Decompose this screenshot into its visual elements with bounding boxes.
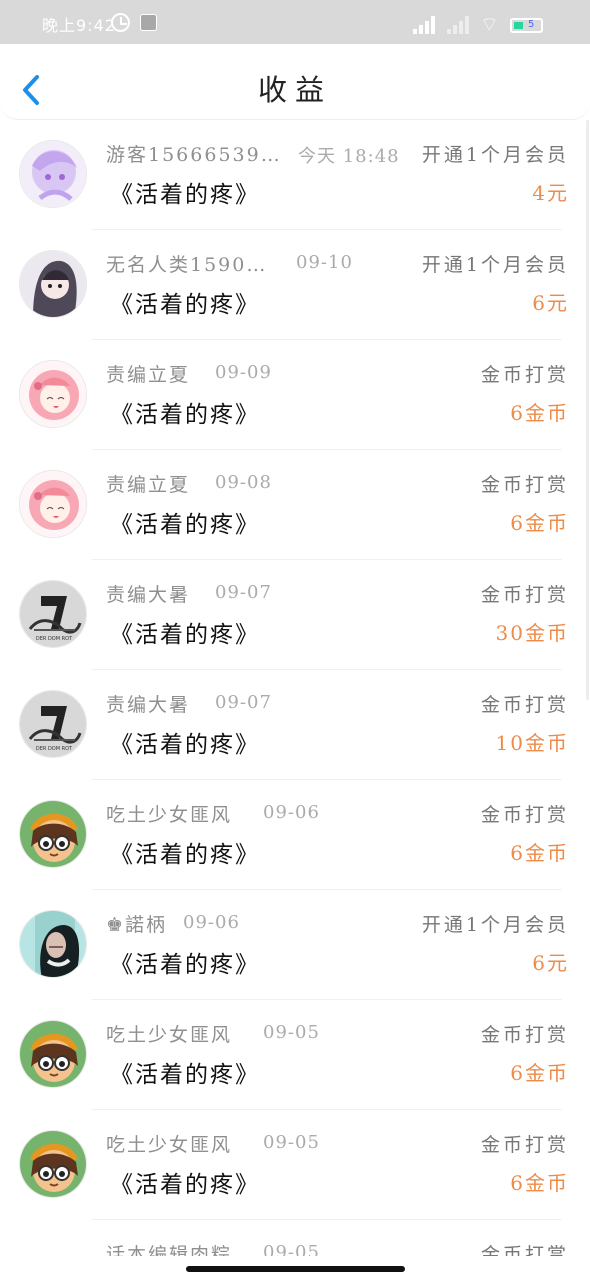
book-title: 《活着的疼》 (110, 292, 260, 318)
sender-name: 责编大暑 (106, 694, 191, 716)
avatar (19, 470, 87, 538)
avatar (19, 360, 87, 428)
amount: 6金币 (510, 511, 569, 535)
sender-name: 吃土少女匪风 (106, 804, 233, 826)
income-row[interactable]: 吃土少女匪风 09-05 金币打赏 《活着的疼》 6金币 (0, 1110, 590, 1220)
income-type: 开通1个月会员 (421, 914, 569, 936)
book-title: 《活着的疼》 (110, 512, 260, 538)
battery-icon: 5 (510, 18, 543, 33)
book-title: 《活着的疼》 (110, 402, 260, 428)
income-type: 金币打赏 (480, 804, 569, 826)
date-label: 09-06 (263, 802, 320, 823)
date-label: 09-07 (215, 582, 272, 603)
amount: 30金币 (495, 621, 569, 645)
amount: 10金币 (495, 731, 569, 755)
date-label: 09-09 (215, 362, 272, 383)
income-type: 金币打赏 (480, 1024, 569, 1046)
scrollbar[interactable] (586, 120, 589, 700)
avatar (19, 1240, 87, 1256)
amount: 6金币 (510, 401, 569, 425)
avatar (19, 910, 87, 978)
income-row[interactable]: DER DOM ROT 责编大暑 09-07 金币打赏 《活着的疼》 10金币 (0, 670, 590, 780)
avatar (19, 140, 87, 208)
sender-name: 吃土少女匪风 (106, 1024, 233, 1046)
sender-name: 无名人类1590… (106, 254, 268, 276)
avatar: DER DOM ROT (19, 580, 87, 648)
avatar (19, 250, 87, 318)
avatar: DER DOM ROT (19, 690, 87, 758)
page-header: 收益 (0, 44, 590, 120)
income-type: 金币打赏 (480, 694, 569, 716)
book-title: 《活着的疼》 (110, 732, 260, 758)
date-label: 09-06 (183, 912, 240, 933)
sender-name: 责编大暑 (106, 584, 191, 606)
book-title: 《活着的疼》 (110, 622, 260, 648)
amount: 6金币 (510, 1061, 569, 1085)
date-label: 09-05 (263, 1132, 320, 1153)
income-type: 开通1个月会员 (421, 254, 569, 276)
status-bar: 晚上9:42 ⌔ 5 (0, 0, 590, 44)
income-type: 金币打赏 (480, 1134, 569, 1156)
book-title: 《活着的疼》 (110, 952, 260, 978)
avatar (19, 800, 87, 868)
amount: 6金币 (510, 1171, 569, 1195)
battery-label: 5 (528, 19, 535, 30)
book-title: 《活着的疼》 (110, 182, 260, 208)
avatar (19, 1130, 87, 1198)
income-row[interactable]: 责编立夏 09-08 金币打赏 《活着的疼》 6金币 (0, 450, 590, 560)
amount: 6元 (532, 291, 569, 315)
date-label: 09-05 (263, 1242, 320, 1256)
sender-name: 游客156665399… (106, 144, 281, 166)
income-row[interactable]: 吃土少女匪风 09-05 金币打赏 《活着的疼》 6金币 (0, 1000, 590, 1110)
amount: 6金币 (510, 841, 569, 865)
date-label: 09-08 (215, 472, 272, 493)
sender-name: ♚諾柄 (106, 914, 168, 936)
date-label: 09-10 (296, 252, 353, 273)
date-label: 09-07 (215, 692, 272, 713)
battery-level (514, 22, 523, 29)
income-row[interactable]: 吃土少女匪风 09-06 金币打赏 《活着的疼》 6金币 (0, 780, 590, 890)
sender-name: 吃土少女匪风 (106, 1134, 233, 1156)
svg-text:DER DOM ROT: DER DOM ROT (36, 636, 73, 642)
svg-text:DER DOM ROT: DER DOM ROT (36, 746, 73, 752)
income-type: 开通1个月会员 (421, 144, 569, 166)
signal-icon (413, 14, 440, 34)
amount: 4元 (532, 181, 569, 205)
sender-name: 责编立夏 (106, 364, 191, 386)
income-type: 金币打赏 (480, 1244, 569, 1256)
income-type: 金币打赏 (480, 584, 569, 606)
date-label: 09-05 (263, 1022, 320, 1043)
app-icon (140, 14, 157, 31)
alarm-icon (111, 13, 130, 32)
status-time: 晚上9:42 (42, 16, 116, 35)
income-row[interactable]: 无名人类1590… 09-10 开通1个月会员 《活着的疼》 6元 (0, 230, 590, 340)
income-row[interactable]: 话本编辑肉粽 09-05 金币打赏 (0, 1220, 590, 1256)
avatar (19, 1020, 87, 1088)
income-row[interactable]: 责编立夏 09-09 金币打赏 《活着的疼》 6金币 (0, 340, 590, 450)
home-indicator[interactable] (186, 1266, 405, 1272)
income-row[interactable]: ♚諾柄 09-06 开通1个月会员 《活着的疼》 6元 (0, 890, 590, 1000)
income-row[interactable]: 游客156665399… 今天 18:48 开通1个月会员 《活着的疼》 4元 (0, 120, 590, 230)
sender-name: 话本编辑肉粽 (106, 1244, 233, 1256)
date-label: 今天 18:48 (298, 146, 400, 167)
book-title: 《活着的疼》 (110, 1172, 260, 1198)
income-row[interactable]: DER DOM ROT 责编大暑 09-07 金币打赏 《活着的疼》 30金币 (0, 560, 590, 670)
wifi-icon: ⌔ (480, 12, 499, 36)
income-type: 金币打赏 (480, 474, 569, 496)
book-title: 《活着的疼》 (110, 1062, 260, 1088)
signal-secondary-icon (447, 14, 474, 34)
page-title: 收益 (257, 73, 332, 107)
income-type: 金币打赏 (480, 364, 569, 386)
amount: 6元 (532, 951, 569, 975)
book-title: 《活着的疼》 (110, 842, 260, 868)
income-list: 游客156665399… 今天 18:48 开通1个月会员 《活着的疼》 4元 … (0, 120, 590, 1256)
sender-name: 责编立夏 (106, 474, 191, 496)
